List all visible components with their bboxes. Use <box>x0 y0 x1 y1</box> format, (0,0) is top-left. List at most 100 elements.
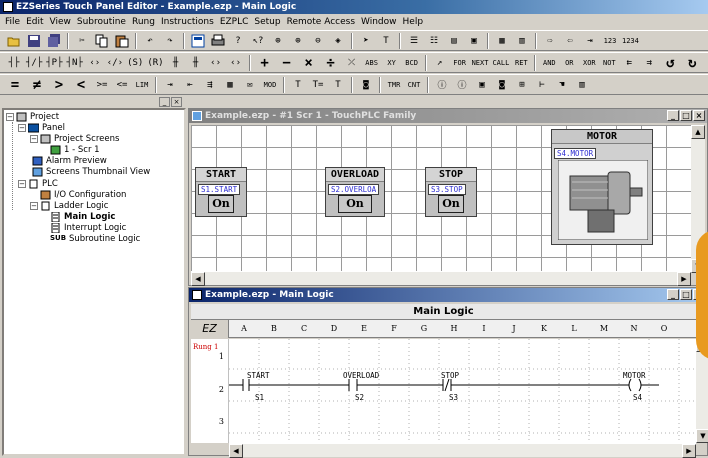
context-help-icon[interactable]: ↖? <box>250 33 266 49</box>
redo-icon[interactable]: ↷ <box>162 33 178 49</box>
cut-icon[interactable]: ✂ <box>74 33 90 49</box>
return-icon[interactable]: RET <box>513 55 529 71</box>
monitor-icon[interactable]: ◙ <box>494 77 510 93</box>
edge-coil-icon[interactable]: ‹› <box>208 55 224 71</box>
network-icon[interactable]: ⊞ <box>514 77 530 93</box>
tree-minimize-icon[interactable]: _ <box>159 97 170 107</box>
divide-icon[interactable]: ÷ <box>322 55 340 71</box>
edge-coil2-icon[interactable]: ‹› <box>228 55 244 71</box>
stop-pushbutton[interactable]: STOP S3.STOP On <box>425 167 477 217</box>
close-icon[interactable]: × <box>693 110 705 121</box>
text-format-icon[interactable]: T= <box>310 77 326 93</box>
menu-instructions[interactable]: Instructions <box>158 17 217 27</box>
abs-button[interactable]: ABS <box>364 55 380 71</box>
text-tool-icon[interactable]: T <box>378 33 394 49</box>
less-than-button[interactable]: < <box>72 77 90 93</box>
minimize-icon[interactable]: _ <box>667 289 679 300</box>
drum-icon[interactable]: ◙ <box>358 77 374 93</box>
xor-button[interactable]: XOR <box>581 55 597 71</box>
start-pushbutton[interactable]: START S1.START On <box>195 167 247 217</box>
tree-item-alarm-preview[interactable]: Alarm Preview <box>32 156 107 166</box>
menu-ezplc[interactable]: EZPLC <box>217 17 252 27</box>
save-all-icon[interactable] <box>46 33 62 49</box>
and-button[interactable]: AND <box>541 55 557 71</box>
falling-edge-contact-icon[interactable]: ┤N├ <box>67 55 83 71</box>
tree-item-project-screens[interactable]: − Project Screens <box>30 134 119 144</box>
normally-closed-contact-icon[interactable]: ┤/├ <box>26 55 42 71</box>
next-button[interactable]: NEXT <box>472 55 489 71</box>
rotate-left-icon[interactable]: ↺ <box>661 55 679 71</box>
text-var-icon[interactable]: T <box>330 77 346 93</box>
rung-delete-icon[interactable]: ☷ <box>426 33 442 49</box>
window-icon[interactable]: ▣ <box>466 33 482 49</box>
or-button[interactable]: OR <box>561 55 577 71</box>
rotate-right-icon[interactable]: ↻ <box>683 55 701 71</box>
overload-pushbutton[interactable]: OVERLOAD S2.OVERLOA On <box>325 167 385 217</box>
jump-icon[interactable]: ↗ <box>432 55 448 71</box>
info2-icon[interactable]: ⓘ <box>454 77 470 93</box>
menu-window[interactable]: Window <box>358 17 400 27</box>
menu-subroutine[interactable]: Subroutine <box>74 17 129 27</box>
zoom-fit-icon[interactable]: ⊕ <box>270 33 286 49</box>
paste-icon[interactable] <box>114 33 130 49</box>
on-button[interactable]: On <box>438 195 464 213</box>
screen-canvas[interactable]: START S1.START On OVERLOAD S2.OVERLOA On… <box>191 125 691 273</box>
menu-view[interactable]: View <box>47 17 74 27</box>
tree-item-screens-thumbnail[interactable]: Screens Thumbnail View <box>32 167 150 177</box>
branch-open-icon[interactable]: ╫ <box>168 55 184 71</box>
edit-mode-icon[interactable]: ▦ <box>494 33 510 49</box>
text-icon[interactable]: T <box>290 77 306 93</box>
reset-coil-icon[interactable]: (R) <box>147 55 163 71</box>
coil-not-icon[interactable]: ‹/› <box>107 55 123 71</box>
tree-view-icon[interactable]: ⊢ <box>534 77 550 93</box>
xy-swap-icon[interactable]: XY <box>384 55 400 71</box>
image-icon[interactable]: ▥ <box>574 77 590 93</box>
ladder-editor[interactable]: Rung 1 1 2 3 START S1 OVERLOAD S2 STOP S… <box>191 339 696 443</box>
rising-edge-contact-icon[interactable]: ┤P├ <box>46 55 62 71</box>
tree-item-main-logic[interactable]: Main Logic <box>50 211 115 223</box>
call-button[interactable]: CALL <box>492 55 509 71</box>
swap-icon[interactable]: ⤫ <box>344 55 360 71</box>
not-button[interactable]: NOT <box>601 55 617 71</box>
bcd-icon[interactable]: BCD <box>404 55 420 71</box>
menu-remote-access[interactable]: Remote Access <box>284 17 358 27</box>
branch-close-icon[interactable]: ╫ <box>188 55 204 71</box>
for-button[interactable]: FOR <box>452 55 468 71</box>
add-icon[interactable]: + <box>256 55 274 71</box>
menu-help[interactable]: Help <box>400 17 427 27</box>
maximize-icon[interactable]: □ <box>680 110 692 121</box>
counter-button[interactable]: CNT <box>406 77 422 93</box>
normally-open-contact-icon[interactable]: ┤├ <box>6 55 22 71</box>
number-format-icon[interactable]: 1234 <box>622 33 639 49</box>
tree-item-interrupt-logic[interactable]: Interrupt Logic <box>50 222 126 234</box>
copy-icon[interactable] <box>94 33 110 49</box>
not-equal-button[interactable]: ≠ <box>28 77 46 93</box>
print-icon[interactable] <box>210 33 226 49</box>
select-pointer-icon[interactable]: ➤ <box>358 33 374 49</box>
screen-icon[interactable]: ▤ <box>446 33 462 49</box>
motor-indicator[interactable]: MOTOR S4.MOTOR <box>551 129 653 245</box>
shift-left-icon[interactable]: ⇇ <box>621 55 637 71</box>
color-icon[interactable]: ◈ <box>330 33 346 49</box>
scroll-left-icon[interactable]: ◀ <box>191 272 205 286</box>
table-icon[interactable]: ▦ <box>222 77 238 93</box>
export-icon[interactable]: ⇥ <box>582 33 598 49</box>
fill-icon[interactable]: ⇶ <box>202 77 218 93</box>
shift-right-icon[interactable]: ⇉ <box>641 55 657 71</box>
scroll-down-icon[interactable]: ▼ <box>696 429 708 443</box>
tree-item-subroutine-logic[interactable]: SUB Subroutine Logic <box>50 234 140 244</box>
logic-window-title-bar[interactable]: Example.ezp - Main Logic _ □ × <box>189 288 707 302</box>
greater-equal-button[interactable]: >= <box>94 77 110 93</box>
tree-close-icon[interactable]: × <box>171 97 182 107</box>
tree-item-io-configuration[interactable]: I/O Configuration <box>40 190 126 200</box>
open-folder-icon[interactable] <box>6 33 22 49</box>
move-icon[interactable]: ⇥ <box>162 77 178 93</box>
less-equal-button[interactable]: <= <box>114 77 130 93</box>
tree-item-panel[interactable]: − Panel <box>18 123 65 133</box>
scroll-up-icon[interactable]: ▲ <box>691 125 705 139</box>
menu-edit[interactable]: Edit <box>23 17 46 27</box>
pointer-tool-icon[interactable]: ☚ <box>554 77 570 93</box>
data-view-icon[interactable]: ▣ <box>474 77 490 93</box>
message-icon[interactable]: ✉ <box>242 77 258 93</box>
tree-item-plc[interactable]: − PLC <box>18 179 58 189</box>
